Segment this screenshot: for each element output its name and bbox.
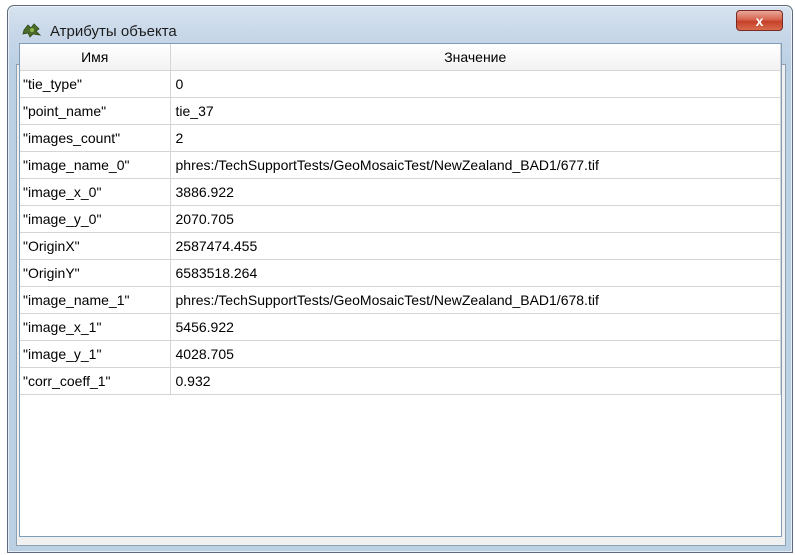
attribute-name-cell[interactable]: "OriginX" xyxy=(20,232,171,260)
attribute-value-cell[interactable]: 6583518.264 xyxy=(170,259,781,287)
attribute-value-cell[interactable]: tie_37 xyxy=(170,97,781,125)
table-row[interactable]: "image_x_0" 3886.922 xyxy=(20,178,781,206)
attribute-value-cell[interactable]: 0.932 xyxy=(170,367,781,395)
attribute-value-cell[interactable]: 2070.705 xyxy=(170,205,781,233)
attribute-value-cell[interactable]: 2 xyxy=(170,124,781,152)
attribute-name-cell[interactable]: "image_y_0" xyxy=(20,205,171,233)
table-row[interactable]: "point_name" tie_37 xyxy=(20,97,781,125)
attributes-grid[interactable]: Имя Значение "tie_type" 0 "point_name" tie_… xyxy=(19,43,782,537)
table-row[interactable]: "image_x_1" 5456.922 xyxy=(20,313,781,341)
attribute-value-cell[interactable]: 5456.922 xyxy=(170,313,781,341)
grid-header-row: Имя Значение xyxy=(20,44,781,71)
table-row[interactable]: "OriginY" 6583518.264 xyxy=(20,259,781,287)
map-layer-icon xyxy=(22,22,42,38)
attribute-value-cell[interactable]: 3886.922 xyxy=(170,178,781,206)
close-button[interactable]: x xyxy=(736,10,783,31)
attribute-name-cell[interactable]: "corr_coeff_1" xyxy=(20,367,171,395)
attribute-name-cell[interactable]: "image_x_0" xyxy=(20,178,171,206)
column-header-name[interactable]: Имя xyxy=(20,44,171,71)
table-row[interactable]: "image_name_0" phres:/TechSupportTests/Ge… xyxy=(20,151,781,179)
attribute-name-cell[interactable]: "image_name_1" xyxy=(20,286,171,314)
attribute-value-cell[interactable]: phres:/TechSupportTests/GeoMosaicTest/Ne… xyxy=(170,151,781,179)
attribute-value-cell[interactable]: 0 xyxy=(170,70,781,98)
attribute-name-cell[interactable]: "image_name_0" xyxy=(20,151,171,179)
table-row[interactable]: "image_y_1" 4028.705 xyxy=(20,340,781,368)
column-header-value[interactable]: Значение xyxy=(170,44,781,71)
table-row[interactable]: "corr_coeff_1" 0.932 xyxy=(20,367,781,395)
table-row[interactable]: "tie_type" 0 xyxy=(20,70,781,98)
attributes-table: Имя Значение "tie_type" 0 "point_name" tie_… xyxy=(20,44,781,395)
table-row[interactable]: "image_y_0" 2070.705 xyxy=(20,205,781,233)
window-title: Атрибуты объекта xyxy=(50,23,177,40)
table-row[interactable]: "OriginX" 2587474.455 xyxy=(20,232,781,260)
attribute-name-cell[interactable]: "point_name" xyxy=(20,97,171,125)
attribute-value-cell[interactable]: 2587474.455 xyxy=(170,232,781,260)
attribute-value-cell[interactable]: 4028.705 xyxy=(170,340,781,368)
table-row[interactable]: "image_name_1" phres:/TechSupportTests/Ge… xyxy=(20,286,781,314)
grid-body: "tie_type" 0 "point_name" tie_37 "images_cou… xyxy=(20,70,781,395)
attribute-value-cell[interactable]: phres:/TechSupportTests/GeoMosaicTest/Ne… xyxy=(170,286,781,314)
table-row[interactable]: "images_count" 2 xyxy=(20,124,781,152)
attribute-name-cell[interactable]: "tie_type" xyxy=(20,70,171,98)
attribute-name-cell[interactable]: "image_x_1" xyxy=(20,313,171,341)
attribute-name-cell[interactable]: "images_count" xyxy=(20,124,171,152)
close-icon: x xyxy=(755,12,764,29)
attribute-name-cell[interactable]: "OriginY" xyxy=(20,259,171,287)
attribute-name-cell[interactable]: "image_y_1" xyxy=(20,340,171,368)
